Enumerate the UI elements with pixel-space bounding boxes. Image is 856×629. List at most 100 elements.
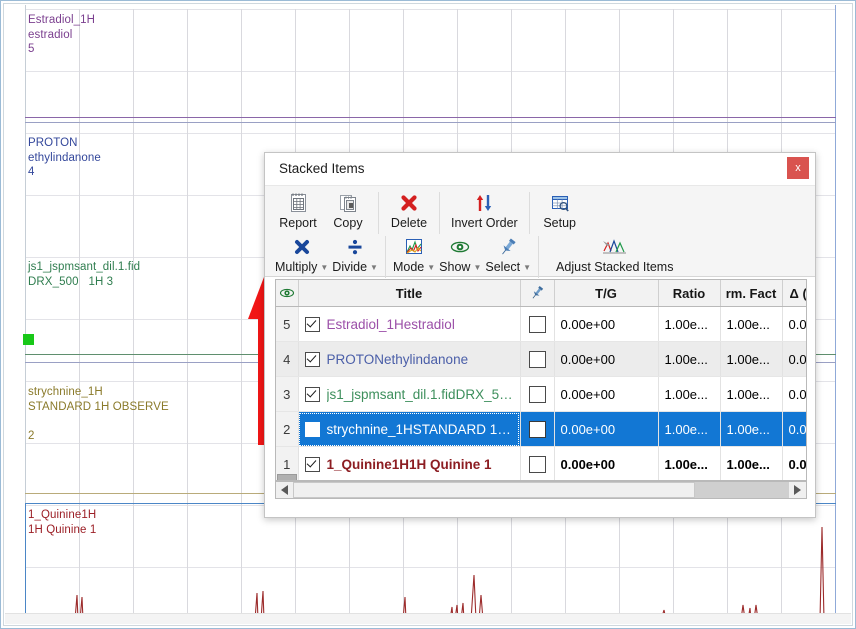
mode-button[interactable]: Mode ▼ — [391, 234, 437, 274]
table-row-selected[interactable]: 2 strychnine_1HSTANDARD 1H ... 0.00e+00 … — [276, 411, 806, 447]
row-delta-hz: 0.00 — [782, 341, 806, 377]
row-ratio: 1.00e... — [658, 411, 721, 447]
row-tg: 0.00e+00 — [554, 411, 659, 447]
row-pin-checkbox[interactable] — [528, 385, 546, 403]
row-title: PROTONethylindanone — [326, 351, 469, 367]
row-ratio: 1.00e... — [658, 306, 721, 342]
report-button[interactable]: Report — [273, 190, 323, 230]
row-pin-cell[interactable] — [520, 376, 555, 412]
table-row[interactable]: 5 Estradiol_1Hestradiol 0.00e+00 1.00e..… — [276, 306, 806, 342]
row-number: 2 — [276, 411, 299, 447]
green-square-marker[interactable] — [23, 334, 34, 345]
drag-row-indicator: 2 — [277, 474, 297, 480]
stacked-items-table[interactable]: Title T/G Ratio rm. Fact Δ (5 Estradiol… — [275, 279, 807, 481]
table-row[interactable]: 4 PROTONethylindanone 0.00e+00 1.00e... — [276, 341, 806, 377]
row-visible-checkbox[interactable] — [304, 351, 320, 367]
row-visible-checkbox[interactable] — [304, 421, 320, 437]
row-number: 5 — [276, 306, 299, 342]
setup-label: Setup — [543, 216, 577, 230]
row-pin-checkbox[interactable] — [528, 315, 546, 333]
select-label-row: Select ▼ — [485, 259, 531, 274]
row-title-cell[interactable]: PROTONethylindanone — [298, 341, 521, 377]
row-title-cell[interactable]: Estradiol_1Hestradiol — [298, 306, 521, 342]
row-title-cell[interactable]: strychnine_1HSTANDARD 1H ... — [298, 411, 521, 447]
dialog-toolbar: Report Copy Delete Invert Order Setup Mu… — [265, 186, 815, 278]
row-delta-hz: 0.00 — [782, 306, 806, 342]
row-pin-checkbox[interactable] — [528, 420, 546, 438]
copy-label: Copy — [333, 216, 363, 230]
row-visible-checkbox[interactable] — [304, 316, 320, 332]
row-pin-cell[interactable] — [520, 446, 555, 480]
scrollbar-track[interactable] — [293, 482, 789, 498]
row-norm-factor: 1.00e... — [720, 341, 783, 377]
row-visible-checkbox[interactable] — [304, 456, 320, 472]
row-tg: 0.00e+00 — [554, 341, 659, 377]
column-header-ratio[interactable]: Ratio — [658, 280, 721, 307]
copy-button[interactable]: Copy — [323, 190, 373, 230]
bottom-scroll-strip[interactable] — [5, 613, 851, 624]
select-button[interactable]: Select ▼ — [483, 234, 533, 274]
scrollbar-thumb[interactable] — [293, 482, 695, 498]
pin-icon — [497, 235, 519, 259]
column-header-delta-hz[interactable]: Δ (Hz) — [782, 280, 806, 307]
row-pin-checkbox[interactable] — [528, 455, 546, 473]
setup-button[interactable]: Setup — [535, 190, 585, 230]
trace-caption-strychnine: strychnine_1H STANDARD 1H OBSERVE 2 — [28, 386, 169, 442]
show-button[interactable]: Show ▼ — [437, 234, 483, 274]
chevron-down-icon-multiply[interactable]: ▼ — [320, 263, 328, 274]
invert-order-icon — [473, 191, 495, 215]
invert-order-button[interactable]: Invert Order — [445, 190, 524, 230]
trace-caption-js1: js1_jspmsant_dil.1.fid DRX_500 1H 3 — [28, 261, 141, 288]
chevron-down-icon-mode[interactable]: ▼ — [427, 263, 435, 274]
row-pin-cell[interactable] — [520, 306, 555, 342]
scroll-left-arrow-icon[interactable] — [276, 482, 293, 498]
quinine-spectrum-trace — [25, 526, 836, 621]
show-label-row: Show ▼ — [439, 259, 481, 274]
close-icon[interactable]: x — [787, 157, 809, 179]
mode-label: Mode — [392, 260, 425, 274]
multiply-icon — [291, 235, 313, 259]
chevron-down-icon-select[interactable]: ▼ — [523, 263, 531, 274]
column-header-norm-factor[interactable]: rm. Fact — [720, 280, 783, 307]
trace-caption-proton: PROTON ethylindanone 4 — [28, 137, 101, 178]
adjust-stacked-items-button[interactable]: Adjust Stacked Items — [544, 234, 679, 274]
trace-separator-estradiol — [25, 117, 836, 118]
delete-icon — [398, 191, 420, 215]
row-pin-cell[interactable] — [520, 341, 555, 377]
row-title: Estradiol_1Hestradiol — [326, 316, 455, 332]
delete-button[interactable]: Delete — [384, 190, 434, 230]
row-visible-checkbox[interactable] — [304, 386, 320, 402]
trace-caption-estradiol: Estradiol_1H estradiol 5 — [28, 14, 96, 55]
divide-label-row: Divide ▼ — [332, 259, 378, 274]
row-title-cell[interactable]: 1_Quinine1H1H Quinine 1 — [298, 446, 521, 480]
trace-separator-estradiol-b — [25, 122, 836, 123]
row-ratio: 1.00e... — [658, 446, 721, 480]
delete-label: Delete — [390, 216, 428, 230]
scroll-right-arrow-icon[interactable] — [789, 482, 806, 498]
row-title: js1_jspmsant_dil.1.fidDRX_500... — [326, 386, 514, 402]
row-tg: 0.00e+00 — [554, 376, 659, 412]
pin-icon-header — [521, 285, 554, 301]
report-label: Report — [279, 216, 317, 230]
table-row[interactable]: 3 js1_jspmsant_dil.1.fidDRX_500... 0.00e… — [276, 376, 806, 412]
setup-icon — [549, 191, 571, 215]
multiply-button[interactable]: Multiply ▼ — [273, 234, 330, 274]
column-header-pin[interactable] — [520, 280, 555, 307]
row-pin-checkbox[interactable] — [528, 350, 546, 368]
chevron-down-icon-divide[interactable]: ▼ — [370, 263, 378, 274]
toolbar-divider-3 — [528, 192, 530, 234]
divide-button[interactable]: Divide ▼ — [330, 234, 380, 274]
column-header-tg[interactable]: T/G — [554, 280, 659, 307]
column-header-visible[interactable] — [276, 280, 299, 307]
dialog-title-bar[interactable]: Stacked Items x — [265, 153, 815, 186]
toolbar-row-secondary: Multiply ▼ Divide ▼ Mode ▼ Show ▼ Select… — [273, 234, 815, 278]
row-title-cell[interactable]: js1_jspmsant_dil.1.fidDRX_500... — [298, 376, 521, 412]
row-pin-cell[interactable] — [520, 411, 555, 447]
multiply-label-row: Multiply ▼ — [275, 259, 328, 274]
column-header-title[interactable]: Title — [298, 280, 521, 307]
chevron-down-icon-show[interactable]: ▼ — [473, 263, 481, 274]
multiply-label: Multiply — [275, 260, 318, 274]
table-horizontal-scrollbar[interactable] — [275, 481, 807, 499]
table-row[interactable]: 1 1_Quinine1H1H Quinine 1 0.00e+00 1.00e… — [276, 446, 806, 480]
row-title: 1_Quinine1H1H Quinine 1 — [326, 456, 492, 472]
